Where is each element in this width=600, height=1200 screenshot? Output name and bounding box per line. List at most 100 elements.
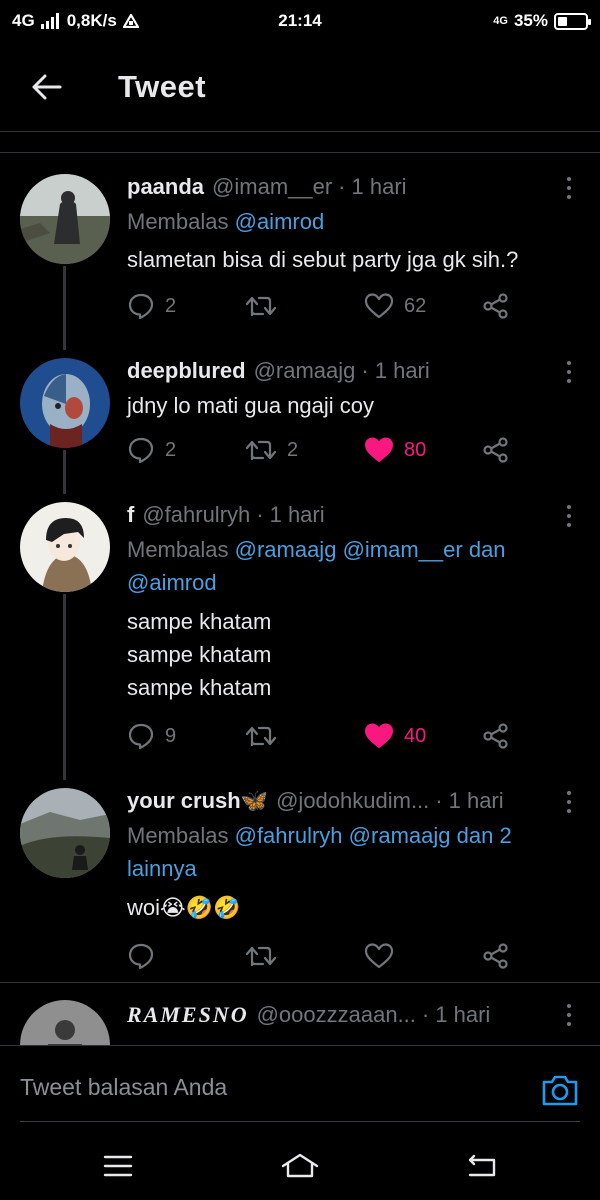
tweet-text: jdny lo mati gua ngaji coy <box>127 389 570 422</box>
page-title: Tweet <box>118 68 207 104</box>
signal-icon <box>40 13 59 29</box>
battery-level <box>558 16 567 26</box>
tweet-text-line: sampe khatam <box>127 609 272 634</box>
tweet-time: 1 hari <box>269 502 325 527</box>
network-type: 4G <box>12 11 35 30</box>
more-options-icon[interactable] <box>564 1004 574 1031</box>
tweet-actions: 2 2 80 <box>127 432 527 468</box>
camera-icon <box>542 1075 578 1106</box>
reply-icon <box>128 437 154 464</box>
tweet-text: slametan bisa di sebut party jga gk sih.… <box>127 243 570 276</box>
mention-connector: dan <box>468 537 506 562</box>
arrow-left-icon <box>32 74 62 99</box>
display-name[interactable]: f <box>127 502 134 528</box>
retweet-icon <box>245 946 277 967</box>
avatar[interactable] <box>20 788 110 878</box>
retweet-button[interactable]: 2 <box>245 432 298 468</box>
network-type-small: 4G <box>493 15 508 27</box>
username[interactable]: @ramaajg <box>254 358 356 384</box>
username[interactable]: @fahrulryh <box>142 502 250 528</box>
back-button[interactable] <box>12 52 82 122</box>
more-options-icon[interactable] <box>564 505 574 532</box>
tweet-header: RAMESNO @ooozzzaaan... · 1 hari <box>127 1002 560 1028</box>
heart-icon <box>364 943 394 969</box>
share-icon <box>483 723 508 749</box>
camera-button[interactable] <box>540 1070 580 1110</box>
like-button[interactable] <box>364 938 404 974</box>
share-button[interactable] <box>482 938 510 974</box>
tweet-text-line: sampe khatam <box>127 642 272 667</box>
reply-composer <box>0 1045 600 1133</box>
home-button[interactable] <box>280 1149 320 1183</box>
reply-count: 2 <box>165 294 177 317</box>
reply-icon <box>128 943 154 970</box>
avatar[interactable] <box>20 502 110 592</box>
more-options-icon[interactable] <box>564 791 574 818</box>
previous-tweet-edge <box>0 133 600 153</box>
separator-dot: · <box>256 502 264 527</box>
tweet-text: sampe khatam sampe khatam sampe khatam <box>127 605 570 704</box>
retweet-button[interactable] <box>245 288 287 324</box>
like-count: 62 <box>404 294 427 317</box>
heart-filled-icon <box>365 723 393 748</box>
share-button[interactable] <box>482 718 510 754</box>
reply-count: 9 <box>165 724 177 747</box>
retweet-icon <box>245 726 277 747</box>
reply-icon <box>128 293 154 320</box>
tweet[interactable]: paanda @imam__er · 1 hari Membalas @aimr… <box>0 154 600 350</box>
reply-button[interactable]: 2 <box>127 432 176 468</box>
like-button[interactable]: 62 <box>364 288 426 324</box>
retweet-icon <box>245 296 277 317</box>
mention-link[interactable]: @ramaajg <box>235 537 337 562</box>
tweet-time: 1 hari <box>374 358 430 383</box>
battery-icon <box>554 12 591 30</box>
status-bar: 4G 0,8K/s 21:14 4G 35% <box>0 0 600 42</box>
home-icon <box>281 1153 319 1178</box>
recent-apps-button[interactable] <box>98 1149 138 1183</box>
tweet-text-line: sampe khatam <box>127 675 272 700</box>
reply-prefix: Membalas <box>127 209 229 234</box>
mention-link[interactable]: @fahrulryh <box>235 823 343 848</box>
avatar[interactable] <box>20 174 110 264</box>
tweet-time: 1 hari <box>435 1002 491 1027</box>
display-name[interactable]: RAMESNO <box>127 1002 249 1028</box>
tweet[interactable]: deepblured @ramaajg · 1 hari jdny lo mat… <box>0 338 600 494</box>
reply-button[interactable]: 9 <box>127 718 176 754</box>
reply-button[interactable]: 2 <box>127 288 176 324</box>
mention-link[interactable]: @ramaajg <box>349 823 451 848</box>
tweet[interactable]: your crush🦋 @jodohkudim... · 1 hari Memb… <box>0 768 600 990</box>
avatar[interactable] <box>20 358 110 448</box>
mention-link[interactable]: @aimrod <box>235 209 325 234</box>
retweet-button[interactable] <box>245 718 287 754</box>
display-name[interactable]: your crush🦋 <box>127 788 268 814</box>
reply-input[interactable] <box>20 1074 500 1101</box>
system-back-button[interactable] <box>462 1149 502 1183</box>
separator-dot: · <box>361 358 369 383</box>
mention-link[interactable]: @imam__er <box>343 537 463 562</box>
like-count: 80 <box>404 438 427 461</box>
username[interactable]: @ooozzzaaan... <box>257 1002 416 1028</box>
more-options-icon[interactable] <box>564 361 574 388</box>
battery-percent: 35% <box>513 11 548 30</box>
retweet-button[interactable] <box>245 938 287 974</box>
username[interactable]: @imam__er <box>212 174 332 200</box>
reply-button[interactable] <box>127 938 165 974</box>
share-button[interactable] <box>482 432 510 468</box>
share-icon <box>483 437 508 463</box>
tweet-actions <box>127 938 527 974</box>
upload-alert-icon <box>122 14 139 28</box>
reply-count: 2 <box>165 438 177 461</box>
like-button[interactable]: 80 <box>364 432 426 468</box>
input-underline <box>20 1121 580 1122</box>
username[interactable]: @jodohkudim... <box>276 788 429 814</box>
more-options-icon[interactable] <box>564 177 574 204</box>
tweet[interactable]: f @fahrulryh · 1 hari Membalas @ramaajg … <box>0 482 600 780</box>
share-icon <box>483 943 508 969</box>
reply-to: Membalas @fahrulryh @ramaajg dan 2 lainn… <box>127 819 560 885</box>
like-button[interactable]: 40 <box>364 718 426 754</box>
mention-link[interactable]: @aimrod <box>127 570 217 595</box>
share-button[interactable] <box>482 288 510 324</box>
display-name[interactable]: deepblured <box>127 358 246 384</box>
display-name[interactable]: paanda <box>127 174 204 200</box>
heart-icon <box>364 293 394 319</box>
